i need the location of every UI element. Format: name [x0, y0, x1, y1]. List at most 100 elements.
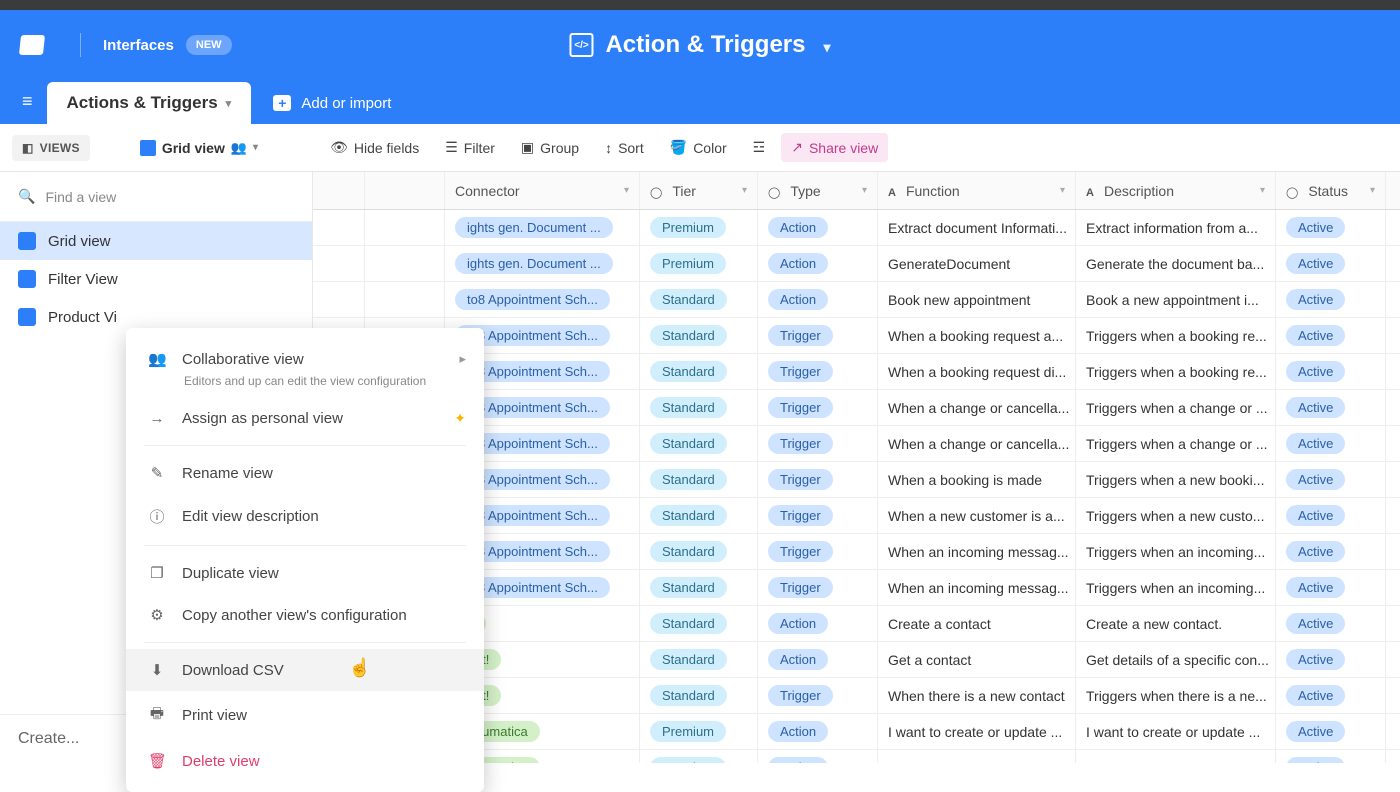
function-cell[interactable]: Extract document Informati...	[878, 210, 1076, 245]
status-cell[interactable]: Active	[1276, 750, 1386, 763]
connector-header[interactable]: Connector▾	[445, 172, 640, 209]
function-cell[interactable]: When a booking request di...	[878, 354, 1076, 389]
hamburger-icon[interactable]: ≡	[16, 91, 47, 124]
status-cell[interactable]: Active	[1276, 678, 1386, 713]
status-cell[interactable]: Active	[1276, 318, 1386, 353]
row-height-button[interactable]: ☲	[743, 133, 776, 162]
description-cell[interactable]: Triggers when a change or ...	[1076, 426, 1276, 461]
function-cell[interactable]: GenerateDocument	[878, 246, 1076, 281]
type-cell[interactable]: Trigger	[758, 318, 878, 353]
function-cell[interactable]: When an incoming messag...	[878, 534, 1076, 569]
filter-button[interactable]: ☰ Filter	[435, 133, 505, 162]
print-view-item[interactable]: 🖶 Print view	[126, 691, 484, 740]
description-cell[interactable]: Get details of a specific con...	[1076, 642, 1276, 677]
base-title-dropdown[interactable]: Action & Triggers	[569, 31, 830, 59]
airtable-logo-icon[interactable]	[19, 35, 45, 55]
status-cell[interactable]: Active	[1276, 210, 1386, 245]
type-cell[interactable]: Action	[758, 606, 878, 641]
assign-personal-view-item[interactable]: → Assign as personal view ✦	[126, 398, 484, 439]
sidebar-view-item[interactable]: Grid view	[0, 222, 312, 260]
status-cell[interactable]: Active	[1276, 606, 1386, 641]
interfaces-link[interactable]: Interfaces	[103, 37, 174, 54]
type-cell[interactable]: Action	[758, 714, 878, 749]
type-cell[interactable]: Trigger	[758, 390, 878, 425]
description-cell[interactable]: Triggers when a booking re...	[1076, 318, 1276, 353]
description-cell[interactable]: Triggers when an incoming...	[1076, 570, 1276, 605]
tier-cell[interactable]: Premium	[640, 210, 758, 245]
type-cell[interactable]: Action	[758, 246, 878, 281]
rename-view-item[interactable]: ✎ Rename view	[126, 452, 484, 494]
chevron-down-icon[interactable]: ▾	[226, 97, 232, 110]
description-cell[interactable]: Triggers when there is a ne...	[1076, 678, 1276, 713]
chevron-down-icon[interactable]: ▾	[742, 185, 747, 196]
description-cell[interactable]: Triggers when a new booki...	[1076, 462, 1276, 497]
edit-description-item[interactable]: ⓘ Edit view description	[126, 494, 484, 539]
type-cell[interactable]: Action	[758, 282, 878, 317]
table-row[interactable]: ights gen. Document ... Premium Action G…	[313, 246, 1400, 282]
tier-cell[interactable]: Standard	[640, 426, 758, 461]
tier-cell[interactable]: Standard	[640, 678, 758, 713]
function-cell[interactable]: Get a contact	[878, 642, 1076, 677]
function-cell[interactable]: When an incoming messag...	[878, 570, 1076, 605]
status-cell[interactable]: Active	[1276, 426, 1386, 461]
chevron-down-icon[interactable]: ▾	[1260, 185, 1265, 196]
description-cell[interactable]: Book a new appointment i...	[1076, 282, 1276, 317]
tier-cell[interactable]: Standard	[640, 606, 758, 641]
description-cell[interactable]: Generate the document ba...	[1076, 246, 1276, 281]
function-cell[interactable]: I want to create or update ...	[878, 750, 1076, 763]
description-cell[interactable]: I want to create or update ...	[1076, 714, 1276, 749]
id-cell[interactable]	[365, 282, 445, 317]
function-cell[interactable]: When a change or cancella...	[878, 426, 1076, 461]
status-cell[interactable]: Active	[1276, 570, 1386, 605]
add-or-import-tab[interactable]: Add or import	[251, 95, 391, 124]
type-cell[interactable]: Trigger	[758, 534, 878, 569]
function-cell[interactable]: When a booking request a...	[878, 318, 1076, 353]
download-csv-item[interactable]: ⬇ Download CSV	[126, 649, 484, 691]
function-cell[interactable]: Create a contact	[878, 606, 1076, 641]
copy-config-item[interactable]: ⚙ Copy another view's configuration	[126, 594, 484, 636]
id-cell[interactable]	[365, 210, 445, 245]
share-view-button[interactable]: ↗ Share view	[781, 133, 888, 162]
type-cell[interactable]: Trigger	[758, 354, 878, 389]
sort-button[interactable]: ↕ Sort	[595, 134, 654, 162]
description-header[interactable]: Description▾	[1076, 172, 1276, 209]
function-cell[interactable]: When a booking is made	[878, 462, 1076, 497]
description-cell[interactable]: I want to create or update ...	[1076, 750, 1276, 763]
description-cell[interactable]: Triggers when a change or ...	[1076, 390, 1276, 425]
description-cell[interactable]: Triggers when a new custo...	[1076, 498, 1276, 533]
chevron-down-icon[interactable]: ▾	[862, 185, 867, 196]
sidebar-view-item[interactable]: Filter View	[0, 260, 312, 298]
tab-actions-triggers[interactable]: Actions & Triggers ▾	[47, 82, 252, 124]
status-cell[interactable]: Active	[1276, 462, 1386, 497]
status-cell[interactable]: Active	[1276, 642, 1386, 677]
tier-cell[interactable]: Standard	[640, 642, 758, 677]
tier-header[interactable]: Tier▾	[640, 172, 758, 209]
connector-cell[interactable]: ights gen. Document ...	[445, 210, 640, 245]
type-cell[interactable]: Action	[758, 750, 878, 763]
type-cell[interactable]: Action	[758, 642, 878, 677]
type-cell[interactable]: Trigger	[758, 462, 878, 497]
tier-cell[interactable]: Standard	[640, 570, 758, 605]
status-cell[interactable]: Active	[1276, 354, 1386, 389]
status-cell[interactable]: Active	[1276, 282, 1386, 317]
function-cell[interactable]: When a new customer is a...	[878, 498, 1076, 533]
status-header[interactable]: Status▾	[1276, 172, 1386, 209]
function-cell[interactable]: When a change or cancella...	[878, 390, 1076, 425]
type-cell[interactable]: Trigger	[758, 498, 878, 533]
status-cell[interactable]: Active	[1276, 714, 1386, 749]
chevron-down-icon[interactable]: ▾	[1370, 185, 1375, 196]
id-header[interactable]	[365, 172, 445, 209]
type-cell[interactable]: Action	[758, 210, 878, 245]
function-cell[interactable]: Book new appointment	[878, 282, 1076, 317]
chevron-down-icon[interactable]: ▾	[1060, 185, 1065, 196]
type-header[interactable]: Type▾	[758, 172, 878, 209]
type-cell[interactable]: Trigger	[758, 426, 878, 461]
table-row[interactable]: ights gen. Document ... Premium Action E…	[313, 210, 1400, 246]
function-header[interactable]: Function▾	[878, 172, 1076, 209]
color-button[interactable]: 🪣 Color	[660, 133, 737, 162]
tier-cell[interactable]: Premium	[640, 246, 758, 281]
description-cell[interactable]: Create a new contact.	[1076, 606, 1276, 641]
type-cell[interactable]: Trigger	[758, 570, 878, 605]
status-cell[interactable]: Active	[1276, 498, 1386, 533]
description-cell[interactable]: Triggers when an incoming...	[1076, 534, 1276, 569]
